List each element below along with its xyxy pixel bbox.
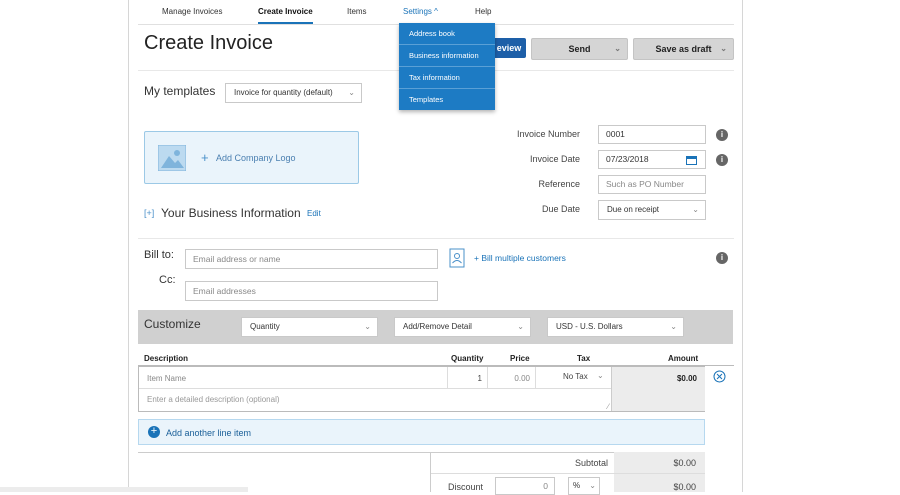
currency-select-value: USD - U.S. Dollars: [556, 322, 623, 331]
col-amount: Amount: [668, 354, 699, 363]
template-select[interactable]: Invoice for quantity (default) ⌄: [225, 83, 362, 103]
nav-items[interactable]: Items: [347, 7, 367, 16]
col-tax: Tax: [577, 354, 591, 363]
menu-item-business-information[interactable]: Business information: [399, 45, 495, 67]
totals-panel: Subtotal $0.00 Discount 0 % ⌄ $0.00: [430, 452, 705, 495]
cc-input[interactable]: Email addresses: [185, 281, 438, 301]
chevron-down-icon: ⌄: [720, 44, 727, 53]
item-name-placeholder: Item Name: [147, 374, 187, 383]
subtotal-label: Subtotal: [574, 458, 608, 468]
invoice-date-value: 07/23/2018: [606, 154, 649, 164]
item-tax-select[interactable]: No Tax ⌄: [535, 367, 611, 389]
item-price-value: 0.00: [514, 374, 530, 383]
nav-manage-invoices[interactable]: Manage Invoices: [162, 7, 222, 16]
menu-item-address-book[interactable]: Address book: [399, 23, 495, 45]
add-logo-box[interactable]: + Add Company Logo: [144, 131, 359, 184]
add-line-item-label: Add another line item: [166, 428, 252, 438]
save-draft-button-label: Save as draft: [655, 44, 712, 54]
info-icon[interactable]: i: [716, 252, 728, 264]
col-price: Price: [510, 354, 530, 363]
settings-dropdown: Address book Business information Tax in…: [399, 23, 495, 110]
chevron-down-icon: ⌄: [670, 322, 677, 331]
due-date-value: Due on receipt: [607, 205, 660, 214]
chevron-down-icon: ⌄: [614, 44, 621, 53]
calendar-icon[interactable]: [686, 155, 697, 165]
business-info-label: Your Business Information: [161, 206, 301, 220]
reference-label: Reference: [538, 179, 580, 189]
divider: [431, 473, 705, 474]
reference-input[interactable]: Such as PO Number: [598, 175, 706, 194]
invoice-date-input[interactable]: 07/23/2018: [598, 150, 706, 169]
item-detail-input[interactable]: Enter a detailed description (optional) …: [139, 388, 611, 411]
add-line-item-button[interactable]: + Add another line item: [138, 419, 705, 445]
nav-help[interactable]: Help: [475, 7, 491, 16]
detail-select-value: Add/Remove Detail: [403, 322, 472, 331]
discount-label: Discount: [448, 482, 484, 492]
item-quantity-value: 1: [477, 374, 482, 383]
detail-select[interactable]: Add/Remove Detail ⌄: [394, 317, 531, 337]
templates-label: My templates: [144, 84, 216, 98]
item-price-input[interactable]: 0.00: [487, 367, 536, 389]
nav-settings[interactable]: Settings ^: [403, 7, 438, 16]
subtotal-value: $0.00: [673, 458, 696, 468]
invoice-number-input[interactable]: 0001: [598, 125, 706, 144]
chevron-down-icon: ⌄: [517, 322, 524, 331]
line-item-row: Item Name 1 0.00 No Tax ⌄ $0.00 Enter a …: [138, 366, 705, 412]
horizontal-scrollbar[interactable]: [0, 487, 248, 492]
plus-circle-icon: +: [148, 426, 160, 438]
contact-book-icon[interactable]: [449, 248, 465, 268]
template-select-value: Invoice for quantity (default): [234, 88, 333, 97]
invoice-date-label: Invoice Date: [529, 154, 580, 164]
chevron-up-icon: ^: [434, 7, 438, 16]
quantity-select-value: Quantity: [250, 322, 280, 331]
nav-settings-label: Settings: [403, 7, 432, 16]
item-detail-placeholder: Enter a detailed description (optional): [147, 395, 280, 404]
due-date-label: Due Date: [541, 204, 580, 214]
customize-label: Customize: [144, 317, 201, 331]
bill-multiple-link[interactable]: + Bill multiple customers: [474, 253, 566, 263]
page-title: Create Invoice: [144, 32, 273, 54]
discount-input[interactable]: 0: [495, 477, 555, 495]
bill-to-label: Bill to:: [144, 249, 174, 261]
item-name-input[interactable]: Item Name: [139, 367, 448, 389]
left-border: [128, 0, 129, 492]
item-amount: $0.00: [611, 367, 705, 411]
discount-value: $0.00: [673, 482, 696, 492]
remove-line-icon[interactable]: [713, 370, 726, 383]
discount-type-value: %: [573, 481, 581, 490]
send-button-label: Send: [568, 44, 591, 54]
chevron-down-icon: ⌄: [364, 322, 371, 331]
col-quantity: Quantity: [451, 354, 484, 363]
due-date-select[interactable]: Due on receipt ⌄: [598, 200, 706, 220]
divider: [138, 238, 734, 239]
save-draft-button[interactable]: Save as draft ⌄: [633, 38, 734, 60]
cc-label: Cc:: [159, 274, 176, 286]
business-edit-link[interactable]: Edit: [307, 209, 321, 218]
quantity-select[interactable]: Quantity ⌄: [241, 317, 378, 337]
bill-to-input[interactable]: Email address or name: [185, 249, 438, 269]
col-description: Description: [144, 354, 189, 363]
info-icon[interactable]: i: [716, 129, 728, 141]
chevron-down-icon: ⌄: [597, 371, 604, 380]
currency-select[interactable]: USD - U.S. Dollars ⌄: [547, 317, 684, 337]
right-border: [742, 0, 743, 492]
info-icon[interactable]: i: [716, 154, 728, 166]
menu-item-tax-information[interactable]: Tax information: [399, 67, 495, 89]
plus-icon: +: [201, 150, 209, 165]
item-quantity-input[interactable]: 1: [447, 367, 488, 389]
chevron-down-icon: ⌄: [692, 205, 699, 214]
expand-business-icon[interactable]: [+]: [144, 208, 154, 218]
resize-handle-icon[interactable]: ∕: [608, 402, 609, 411]
send-button[interactable]: Send ⌄: [531, 38, 628, 60]
item-amount-value: $0.00: [676, 374, 697, 383]
discount-type-select[interactable]: % ⌄: [568, 477, 600, 495]
invoice-number-label: Invoice Number: [516, 129, 580, 139]
item-tax-value: No Tax: [563, 372, 588, 381]
image-icon: [158, 145, 186, 171]
nav-create-invoice[interactable]: Create Invoice: [258, 7, 313, 24]
menu-item-templates[interactable]: Templates: [399, 89, 495, 110]
add-logo-label: Add Company Logo: [216, 153, 296, 163]
chevron-down-icon: ⌄: [348, 88, 355, 97]
